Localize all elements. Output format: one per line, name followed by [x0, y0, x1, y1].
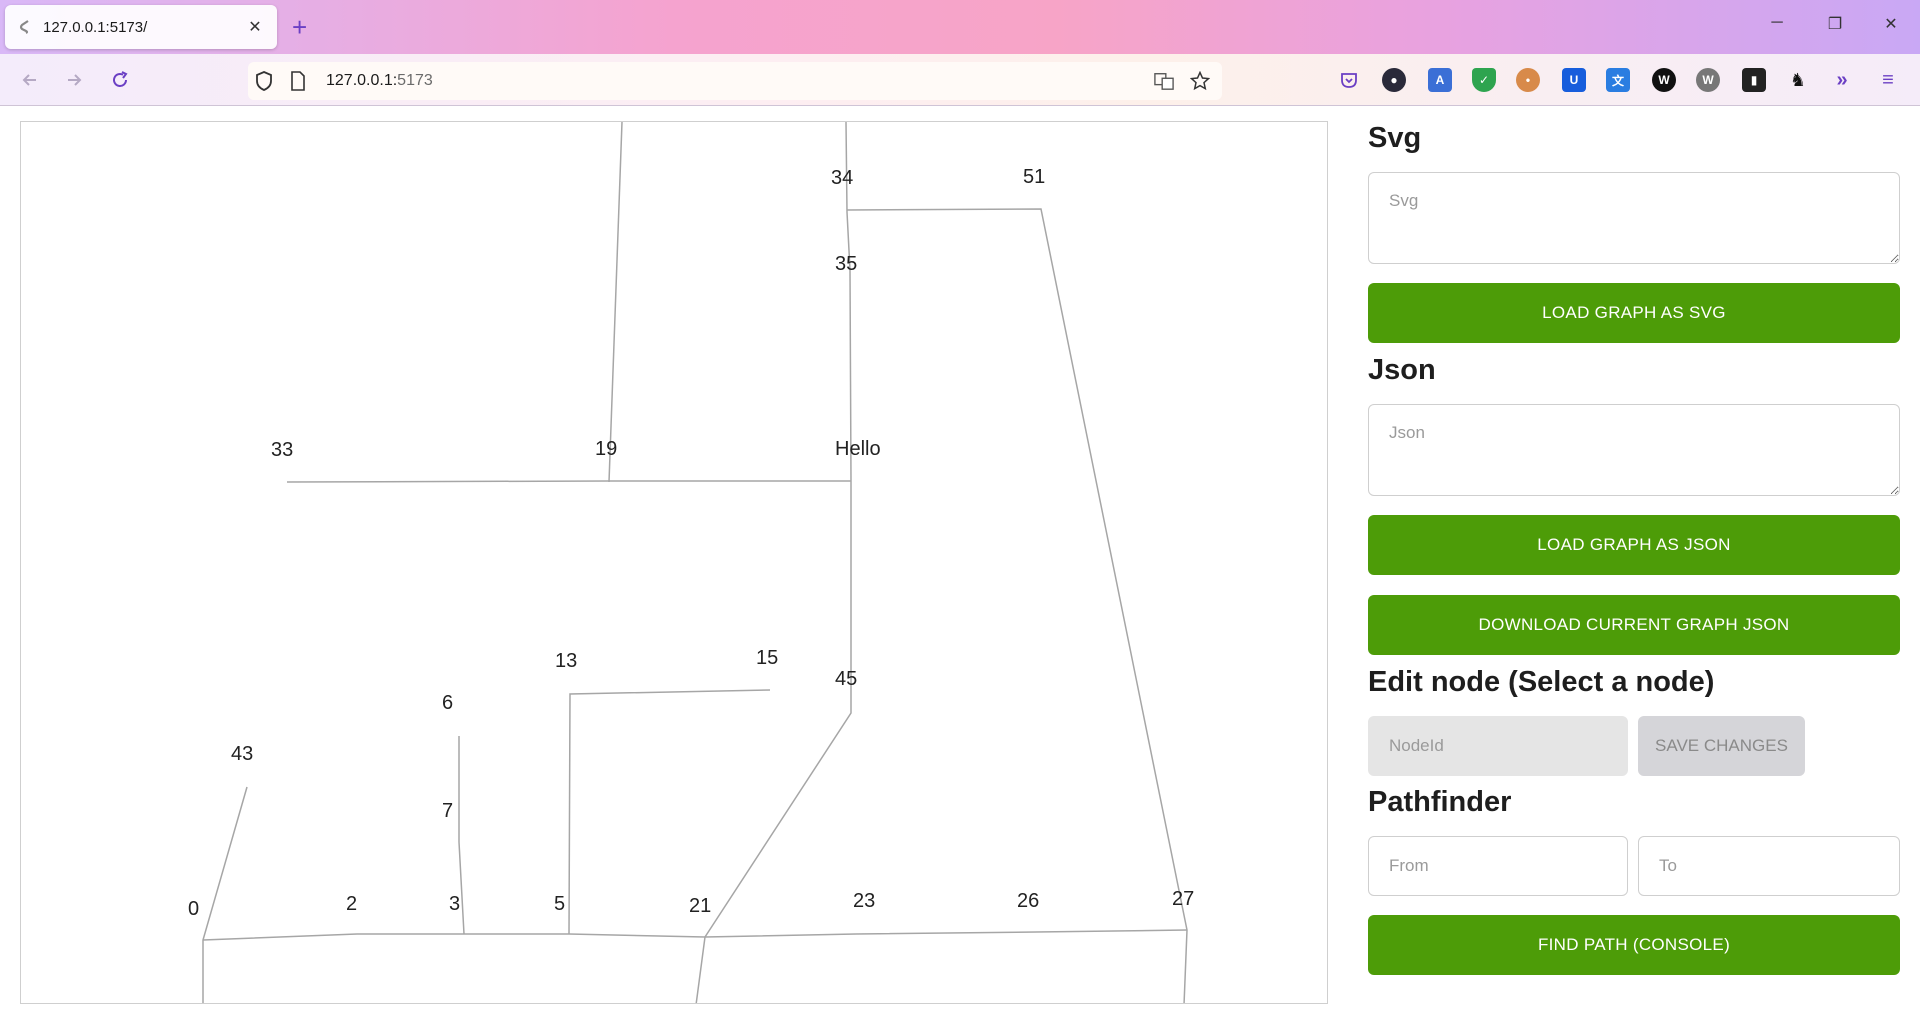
- svg-heading: Svg: [1368, 122, 1422, 154]
- graph-node[interactable]: 3: [449, 893, 460, 915]
- restore-icon[interactable]: ❐: [1812, 14, 1858, 34]
- graph-node[interactable]: 23: [853, 890, 875, 912]
- graph-node[interactable]: 43: [231, 743, 253, 765]
- graph-node[interactable]: 13: [555, 650, 577, 672]
- minimize-icon[interactable]: ─: [1754, 14, 1800, 32]
- extension-w-dark-icon[interactable]: W: [1652, 68, 1676, 92]
- json-heading: Json: [1368, 354, 1436, 386]
- window-close-icon[interactable]: ✕: [1868, 14, 1914, 34]
- translate-icon[interactable]: [1154, 71, 1174, 91]
- svg-textarea[interactable]: [1368, 172, 1900, 264]
- extension-shield-icon[interactable]: ✓: [1472, 68, 1496, 92]
- graph-node[interactable]: 21: [689, 895, 711, 917]
- graph-node-labels: 34 51 35 33 19 Hello 13 15 45 6 43 7 0 2…: [188, 166, 1194, 920]
- extension-language-icon[interactable]: 文: [1606, 68, 1630, 92]
- extension-dark-icon[interactable]: ▮: [1742, 68, 1766, 92]
- graph-edge[interactable]: [202, 929, 1188, 941]
- find-path-button[interactable]: FIND PATH (CONSOLE): [1368, 915, 1900, 975]
- url-text: 127.0.0.1:5173: [326, 72, 433, 90]
- graph-edge[interactable]: [286, 480, 851, 483]
- pocket-icon[interactable]: [1337, 68, 1361, 92]
- bitwarden-icon[interactable]: U: [1562, 68, 1586, 92]
- tab-bar: 127.0.0.1:5173/ ✕ + ─ ❐ ✕: [0, 0, 1920, 54]
- url-port: 5173: [397, 72, 433, 89]
- reload-icon[interactable]: [106, 66, 134, 94]
- path-to-input[interactable]: [1638, 836, 1900, 896]
- load-json-button[interactable]: LOAD GRAPH AS JSON: [1368, 515, 1900, 575]
- tab-title: 127.0.0.1:5173/: [43, 18, 148, 36]
- load-svg-button[interactable]: LOAD GRAPH AS SVG: [1368, 283, 1900, 343]
- pathfinder-heading: Pathfinder: [1368, 786, 1512, 818]
- graph-node[interactable]: 19: [595, 438, 617, 460]
- graph-node[interactable]: 35: [835, 253, 857, 275]
- graph-node[interactable]: 7: [442, 800, 453, 822]
- graph-node[interactable]: 51: [1023, 166, 1045, 188]
- browser-tab[interactable]: 127.0.0.1:5173/ ✕: [5, 5, 277, 49]
- graph-node[interactable]: 34: [831, 167, 853, 189]
- tab-close-icon[interactable]: ✕: [245, 17, 265, 37]
- url-host: 127.0.0.1:: [326, 72, 398, 89]
- graph-node[interactable]: 6: [442, 692, 453, 714]
- extension-w-grey-icon[interactable]: W: [1696, 68, 1720, 92]
- graph-node[interactable]: 26: [1017, 890, 1039, 912]
- graph-edge[interactable]: [568, 689, 771, 935]
- navigation-bar: 127.0.0.1:5173 ● A ✓ • U 文 W W ▮ ♞ » ≡: [0, 54, 1920, 106]
- extension-translate-icon[interactable]: A: [1428, 68, 1452, 92]
- graph-node[interactable]: 15: [756, 647, 778, 669]
- graph-svg[interactable]: 34 51 35 33 19 Hello 13 15 45 6 43 7 0 2…: [21, 122, 1328, 1004]
- graph-node[interactable]: 2: [346, 893, 357, 915]
- graph-node[interactable]: 0: [188, 898, 199, 920]
- path-from-input[interactable]: [1368, 836, 1628, 896]
- graph-edge[interactable]: [695, 122, 852, 1004]
- graph-node[interactable]: Hello: [835, 438, 881, 460]
- more-extensions-icon[interactable]: »: [1830, 68, 1854, 92]
- graph-canvas[interactable]: 34 51 35 33 19 Hello 13 15 45 6 43 7 0 2…: [20, 121, 1328, 1004]
- new-tab-button[interactable]: +: [292, 12, 307, 42]
- node-id-input[interactable]: [1368, 716, 1628, 776]
- download-json-button[interactable]: DOWNLOAD CURRENT GRAPH JSON: [1368, 595, 1900, 655]
- graph-edge[interactable]: [202, 786, 248, 1004]
- graph-node[interactable]: 33: [271, 439, 293, 461]
- save-changes-button[interactable]: SAVE CHANGES: [1638, 716, 1805, 776]
- edit-node-heading: Edit node (Select a node): [1368, 666, 1715, 698]
- bookmark-star-icon[interactable]: [1190, 71, 1210, 91]
- menu-icon[interactable]: ≡: [1876, 68, 1900, 92]
- extension-face-icon[interactable]: •: [1516, 68, 1540, 92]
- extension-globe-icon[interactable]: ●: [1382, 68, 1406, 92]
- url-bar[interactable]: 127.0.0.1:5173: [248, 62, 1222, 100]
- json-textarea[interactable]: [1368, 404, 1900, 496]
- shield-icon[interactable]: [254, 71, 274, 91]
- graph-edges: [202, 122, 1188, 1004]
- graph-node[interactable]: 5: [554, 893, 565, 915]
- graph-node[interactable]: 27: [1172, 888, 1194, 910]
- extension-figure-icon[interactable]: ♞: [1786, 68, 1810, 92]
- svelte-favicon-icon: [17, 19, 33, 35]
- page-icon[interactable]: [288, 71, 308, 91]
- graph-node[interactable]: 45: [835, 668, 857, 690]
- graph-edge[interactable]: [846, 208, 1188, 1004]
- back-icon[interactable]: [16, 66, 44, 94]
- graph-edge[interactable]: [608, 122, 623, 483]
- forward-icon[interactable]: [60, 66, 88, 94]
